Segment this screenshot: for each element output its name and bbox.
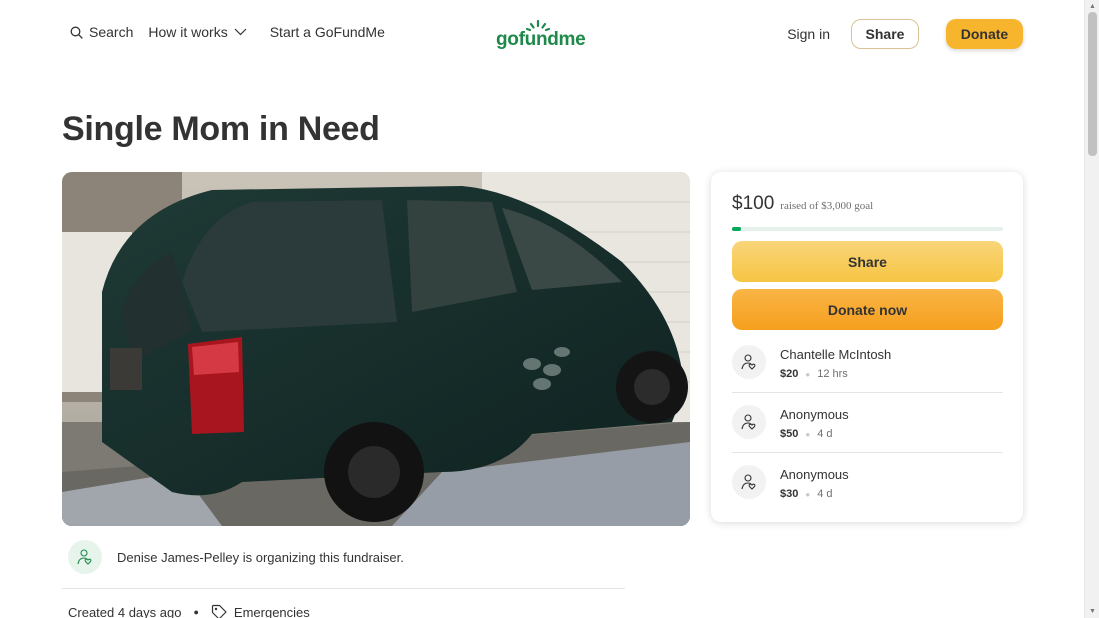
search-label: Search — [89, 24, 134, 40]
donation-amount: $30 — [780, 488, 799, 500]
start-gofundme-link[interactable]: Start a GoFundMe — [270, 24, 385, 40]
campaign-photo[interactable] — [62, 172, 690, 526]
donation-time: 4 d — [817, 428, 833, 440]
scrollbar-thumb[interactable] — [1088, 12, 1097, 156]
donation-meta: $30 ● 4 d — [780, 488, 833, 500]
donor-heart-icon — [741, 414, 756, 430]
separator-dot: ● — [805, 369, 811, 379]
donation-item: Anonymous $30 ● 4 d — [732, 465, 1003, 525]
donor-name: Chantelle McIntosh — [780, 347, 892, 362]
logo-text: gofundme — [496, 29, 586, 50]
gofundme-logo[interactable]: gofundme — [496, 18, 588, 50]
raised-summary: $100 raised of $3,000 goal — [732, 193, 873, 215]
how-it-works-menu[interactable]: How it works — [148, 24, 247, 40]
donation-card: $100 raised of $3,000 goal Share Donate … — [711, 172, 1023, 522]
category-label: Emergencies — [233, 604, 310, 618]
organizer-row: Denise James-Pelley is organizing this f… — [68, 540, 404, 574]
organizer-text: Denise James-Pelley is organizing this f… — [117, 549, 404, 565]
donation-amount: $20 — [780, 368, 799, 380]
donate-now-button[interactable]: Donate now — [732, 289, 1003, 330]
header-donate-button[interactable]: Donate — [946, 19, 1023, 49]
donation-time: 4 d — [817, 488, 833, 500]
donation-divider — [732, 452, 1003, 453]
donor-avatar — [732, 405, 766, 439]
separator-dot: ● — [193, 607, 199, 617]
donation-time: 12 hrs — [817, 368, 848, 380]
raised-amount: $100 — [732, 193, 775, 214]
photo-minivan — [62, 172, 690, 526]
donor-avatar — [732, 465, 766, 499]
page-scrollbar[interactable]: ▲ ▼ — [1084, 0, 1099, 618]
separator-dot: ● — [805, 489, 811, 499]
organizer-divider — [62, 588, 625, 589]
donation-amount: $50 — [780, 428, 799, 440]
site-header: Search How it works Start a GoFundMe gof… — [0, 0, 1084, 70]
organizer-heart-icon — [77, 549, 92, 565]
scroll-up-icon[interactable]: ▲ — [1089, 3, 1096, 10]
raised-goal-text: raised of $3,000 goal — [780, 200, 874, 212]
scroll-down-icon[interactable]: ▼ — [1089, 608, 1096, 615]
nav-right: Sign in Share Donate — [787, 19, 1023, 49]
nav-left: Search How it works Start a GoFundMe — [70, 24, 385, 40]
donation-meta: $50 ● 4 d — [780, 428, 833, 440]
share-button[interactable]: Share — [732, 241, 1003, 282]
donor-heart-icon — [741, 474, 756, 490]
separator-dot: ● — [805, 429, 811, 439]
campaign-meta: Created 4 days ago ● Emergencies — [68, 604, 310, 618]
progress-fill — [732, 227, 741, 231]
donation-item: Anonymous $50 ● 4 d — [732, 405, 1003, 465]
tag-icon — [211, 604, 227, 618]
category-tag[interactable]: Emergencies — [211, 604, 310, 618]
donor-heart-icon — [741, 354, 756, 370]
donor-avatar — [732, 345, 766, 379]
created-date: Created 4 days ago — [68, 604, 182, 618]
search-link[interactable]: Search — [70, 24, 133, 40]
donation-item: Chantelle McIntosh $20 ● 12 hrs — [732, 345, 1003, 405]
sign-in-link[interactable]: Sign in — [787, 26, 830, 42]
donor-name: Anonymous — [780, 467, 849, 482]
search-icon — [70, 26, 83, 39]
how-it-works-label: How it works — [148, 24, 228, 40]
donation-divider — [732, 392, 1003, 393]
progress-bar — [732, 227, 1003, 231]
campaign-title: Single Mom in Need — [62, 110, 380, 148]
organizer-avatar — [68, 540, 102, 574]
header-share-button[interactable]: Share — [851, 19, 919, 49]
chevron-down-icon — [234, 28, 247, 36]
donor-name: Anonymous — [780, 407, 849, 422]
donation-meta: $20 ● 12 hrs — [780, 368, 848, 380]
